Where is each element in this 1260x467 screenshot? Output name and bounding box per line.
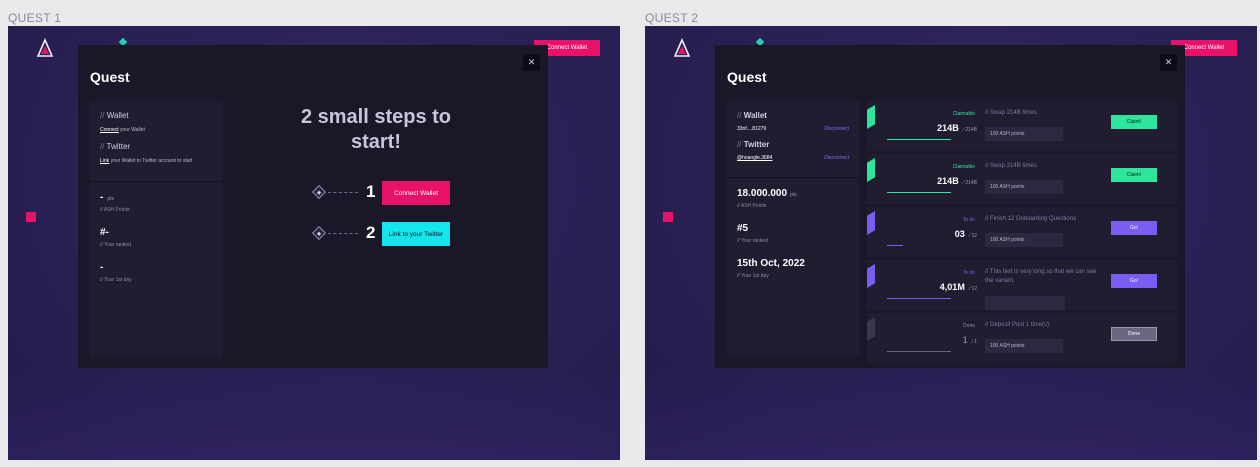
disconnect-twitter-link[interactable]: Disconnect bbox=[824, 155, 849, 161]
task-status: Claimable bbox=[952, 164, 975, 170]
wallet-heading: // Wallet bbox=[100, 111, 129, 120]
task-progress-bar bbox=[887, 139, 951, 140]
task-reward: 100 ASH points bbox=[985, 127, 1063, 141]
task-reward: 100 ASH points bbox=[985, 180, 1063, 194]
quest-modal: Quest ✕ // Wallet 33nf....81279 Disconne… bbox=[715, 45, 1185, 368]
task-status: Claimable bbox=[952, 111, 975, 117]
twitter-row: @hoangle.3684 Disconnect bbox=[737, 155, 849, 161]
task-flag-icon bbox=[867, 317, 875, 341]
task-progress-bar bbox=[887, 245, 903, 246]
frame-label-quest-1: QUEST 1 bbox=[8, 11, 62, 25]
task-claim-button[interactable]: Claim! bbox=[1111, 168, 1157, 182]
task-progress-value: 4,01M ∕ 12 bbox=[939, 282, 977, 292]
task-name: // Finish 12 Onboarding Questions bbox=[985, 216, 1077, 222]
task-reward: 100 ASH points bbox=[985, 339, 1063, 353]
task-name: // Swap 214B times bbox=[985, 163, 1037, 169]
task-row: Claimable 214B ∕ 214B // Swap 214B times 10… bbox=[867, 101, 1177, 151]
task-name: // Swap 214B times bbox=[985, 110, 1037, 116]
step-diamond-icon bbox=[311, 225, 327, 241]
close-icon[interactable]: ✕ bbox=[523, 54, 540, 71]
wallet-address: 33nf....81279 bbox=[737, 126, 767, 132]
task-progress-value: 03 ∕ 12 bbox=[954, 229, 977, 239]
ash-logo-icon bbox=[673, 38, 691, 57]
link-twitter-link[interactable]: Link bbox=[100, 158, 109, 164]
quest-sidebar: // Wallet 33nf....81279 Disconnect // Tw… bbox=[727, 101, 859, 357]
task-row: Claimable 214B ∕ 214B // Swap 214B times 10… bbox=[867, 154, 1177, 204]
task-row: Done 1 ∕ 1 // Deposit Pool 1 time(s) 100 AS… bbox=[867, 313, 1177, 363]
connect-wallet-link[interactable]: Connect bbox=[100, 127, 119, 133]
step-2: 2 Link to your Twitter bbox=[311, 222, 514, 246]
step-diamond-icon bbox=[311, 184, 327, 200]
task-progress-bar bbox=[887, 298, 951, 299]
disconnect-wallet-link[interactable]: Disconnect bbox=[824, 126, 849, 132]
task-status: Done bbox=[963, 323, 975, 329]
account-section: // Wallet Connect your Wallet // Twitter… bbox=[90, 101, 222, 182]
task-progress-bar bbox=[887, 351, 951, 352]
task-progress-value: 214B ∕ 214B bbox=[937, 123, 977, 133]
wallet-hint: Connect your Wallet bbox=[100, 127, 145, 133]
task-status: To do bbox=[962, 217, 975, 223]
task-name: // This text is very long so that we can… bbox=[985, 269, 1097, 284]
stat-ash-points: 18.000.000 pts // ASH Points bbox=[737, 188, 797, 209]
decor-square bbox=[663, 212, 673, 222]
modal-title: Quest bbox=[727, 69, 767, 85]
stat-first-day: 15th Oct, 2022 // Your 1st day bbox=[737, 258, 805, 279]
link-twitter-button[interactable]: Link to your Twitter bbox=[382, 222, 450, 246]
ash-logo-icon bbox=[36, 38, 54, 57]
task-progress-value: 214B ∕ 214B bbox=[937, 176, 977, 186]
task-go-button[interactable]: Go! bbox=[1111, 221, 1157, 235]
quest-sidebar: // Wallet Connect your Wallet // Twitter… bbox=[90, 101, 222, 357]
task-list: Claimable 214B ∕ 214B // Swap 214B times 10… bbox=[867, 101, 1177, 368]
stat-ash-points: - pts // ASH Points bbox=[100, 192, 130, 213]
twitter-hint: Link your Wallet to Twitter account to s… bbox=[100, 158, 193, 164]
twitter-heading: // Twitter bbox=[100, 142, 131, 151]
task-done-button[interactable]: Done bbox=[1111, 327, 1157, 341]
task-reward: 100 ASH points bbox=[985, 233, 1063, 247]
task-claim-button[interactable]: Claim! bbox=[1111, 115, 1157, 129]
wallet-row: 33nf....81279 Disconnect bbox=[737, 126, 849, 132]
stat-rank: #5 // Your ranked bbox=[737, 223, 768, 244]
step-number: 2 bbox=[366, 223, 376, 242]
step-number: 1 bbox=[366, 182, 376, 201]
decor-square bbox=[26, 212, 36, 222]
twitter-heading: // Twitter bbox=[737, 140, 770, 149]
modal-title: Quest bbox=[90, 69, 130, 85]
task-progress-bar bbox=[887, 192, 951, 193]
stat-first-day: - // Your 1st day bbox=[100, 262, 132, 283]
frame-label-quest-2: QUEST 2 bbox=[645, 11, 699, 25]
task-flag-icon bbox=[867, 264, 875, 288]
step-1: 1 Connect Wallet bbox=[311, 181, 514, 205]
task-name: // Deposit Pool 1 time(s) bbox=[985, 322, 1050, 328]
task-flag-icon bbox=[867, 105, 875, 129]
connect-wallet-button[interactable]: Connect Wallet bbox=[382, 181, 450, 205]
quest-modal: Quest ✕ // Wallet Connect your Wallet //… bbox=[78, 45, 548, 368]
task-reward-slot bbox=[1021, 296, 1065, 310]
stat-rank: #- // Your ranked bbox=[100, 227, 131, 248]
task-row: To do 03 ∕ 12 // Finish 12 Onboarding Ques… bbox=[867, 207, 1177, 257]
account-section: // Wallet 33nf....81279 Disconnect // Tw… bbox=[727, 101, 859, 178]
quest-2-frame: Connect Wallet Quest ✕ // Wallet 33nf...… bbox=[645, 26, 1257, 460]
step-connector bbox=[328, 192, 358, 193]
task-flag-icon bbox=[867, 158, 875, 182]
wallet-heading: // Wallet bbox=[737, 111, 767, 120]
task-flag-icon bbox=[867, 211, 875, 235]
quest-1-frame: Connect Wallet Quest ✕ // Wallet Connect… bbox=[8, 26, 620, 460]
task-row: To do 4,01M ∕ 12 // This text is very long… bbox=[867, 260, 1177, 310]
steps-heading: 2 small steps to start! bbox=[300, 106, 452, 153]
task-go-button[interactable]: Go! bbox=[1111, 274, 1157, 288]
task-status: To do bbox=[962, 270, 975, 276]
twitter-handle[interactable]: @hoangle.3684 bbox=[737, 155, 772, 161]
task-progress-value: 1 ∕ 1 bbox=[962, 335, 977, 345]
step-connector bbox=[328, 233, 358, 234]
close-icon[interactable]: ✕ bbox=[1160, 54, 1177, 71]
